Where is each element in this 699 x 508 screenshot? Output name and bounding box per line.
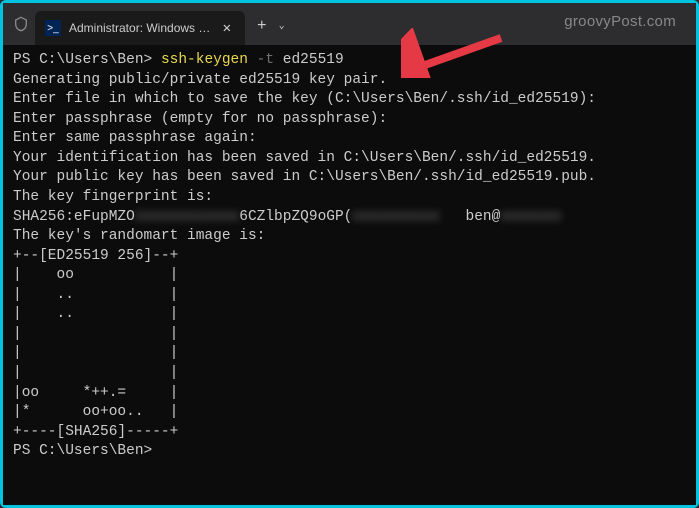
command: ssh-keygen — [161, 52, 248, 68]
prompt: PS C:\Users\Ben> — [13, 443, 152, 459]
output-line: Enter file in which to save the key (C:\… — [13, 91, 596, 107]
randomart-line: |* oo+oo.. | — [13, 404, 178, 420]
output-line: The key's randomart image is: — [13, 228, 265, 244]
prompt: PS C:\Users\Ben> — [13, 52, 161, 68]
randomart-line: | | — [13, 365, 178, 381]
fingerprint-prefix: SHA256:eFupMZO — [13, 209, 135, 225]
watermark: groovyPost.com — [564, 13, 676, 30]
command-flag: -t — [248, 52, 274, 68]
chevron-down-icon[interactable]: ⌄ — [279, 20, 285, 32]
randomart-line: | .. | — [13, 287, 178, 303]
redacted-text: xxxxxxxxxxxx — [135, 208, 239, 228]
output-line: Your public key has been saved in C:\Use… — [13, 169, 596, 185]
close-icon[interactable]: ✕ — [219, 18, 235, 39]
fingerprint-user: ben@ — [466, 209, 501, 225]
randomart-line: | .. | — [13, 306, 178, 322]
output-line: Enter passphrase (empty for no passphras… — [13, 111, 387, 127]
randomart-line: | | — [13, 345, 178, 361]
output-line: Enter same passphrase again: — [13, 130, 257, 146]
titlebar: >_ Administrator: Windows Powe ✕ + ⌄ gro… — [3, 3, 696, 45]
randomart-line: |oo *++.= | — [13, 385, 178, 401]
output-line: The key fingerprint is: — [13, 189, 213, 205]
command-arg: ed25519 — [274, 52, 344, 68]
admin-shield-icon — [11, 14, 31, 34]
fingerprint-mid: 6CZlbpZQ9oGP( — [239, 209, 352, 225]
new-tab-button[interactable]: + — [245, 17, 279, 35]
terminal-output[interactable]: PS C:\Users\Ben> ssh-keygen -t ed25519 G… — [3, 45, 696, 505]
output-line: Your identification has been saved in C:… — [13, 150, 596, 166]
randomart-line: +----[SHA256]-----+ — [13, 424, 178, 440]
randomart-line: +--[ED25519 256]--+ — [13, 248, 178, 264]
randomart-line: | | — [13, 326, 178, 342]
terminal-tab[interactable]: >_ Administrator: Windows Powe ✕ — [35, 11, 245, 45]
powershell-icon: >_ — [45, 20, 61, 36]
randomart-line: | oo | — [13, 267, 178, 283]
redacted-text: xxxxxxx — [500, 208, 561, 228]
tab-title: Administrator: Windows Powe — [69, 21, 211, 35]
output-line: Generating public/private ed25519 key pa… — [13, 72, 387, 88]
redacted-text: xxxxxxxxxx — [352, 208, 439, 228]
